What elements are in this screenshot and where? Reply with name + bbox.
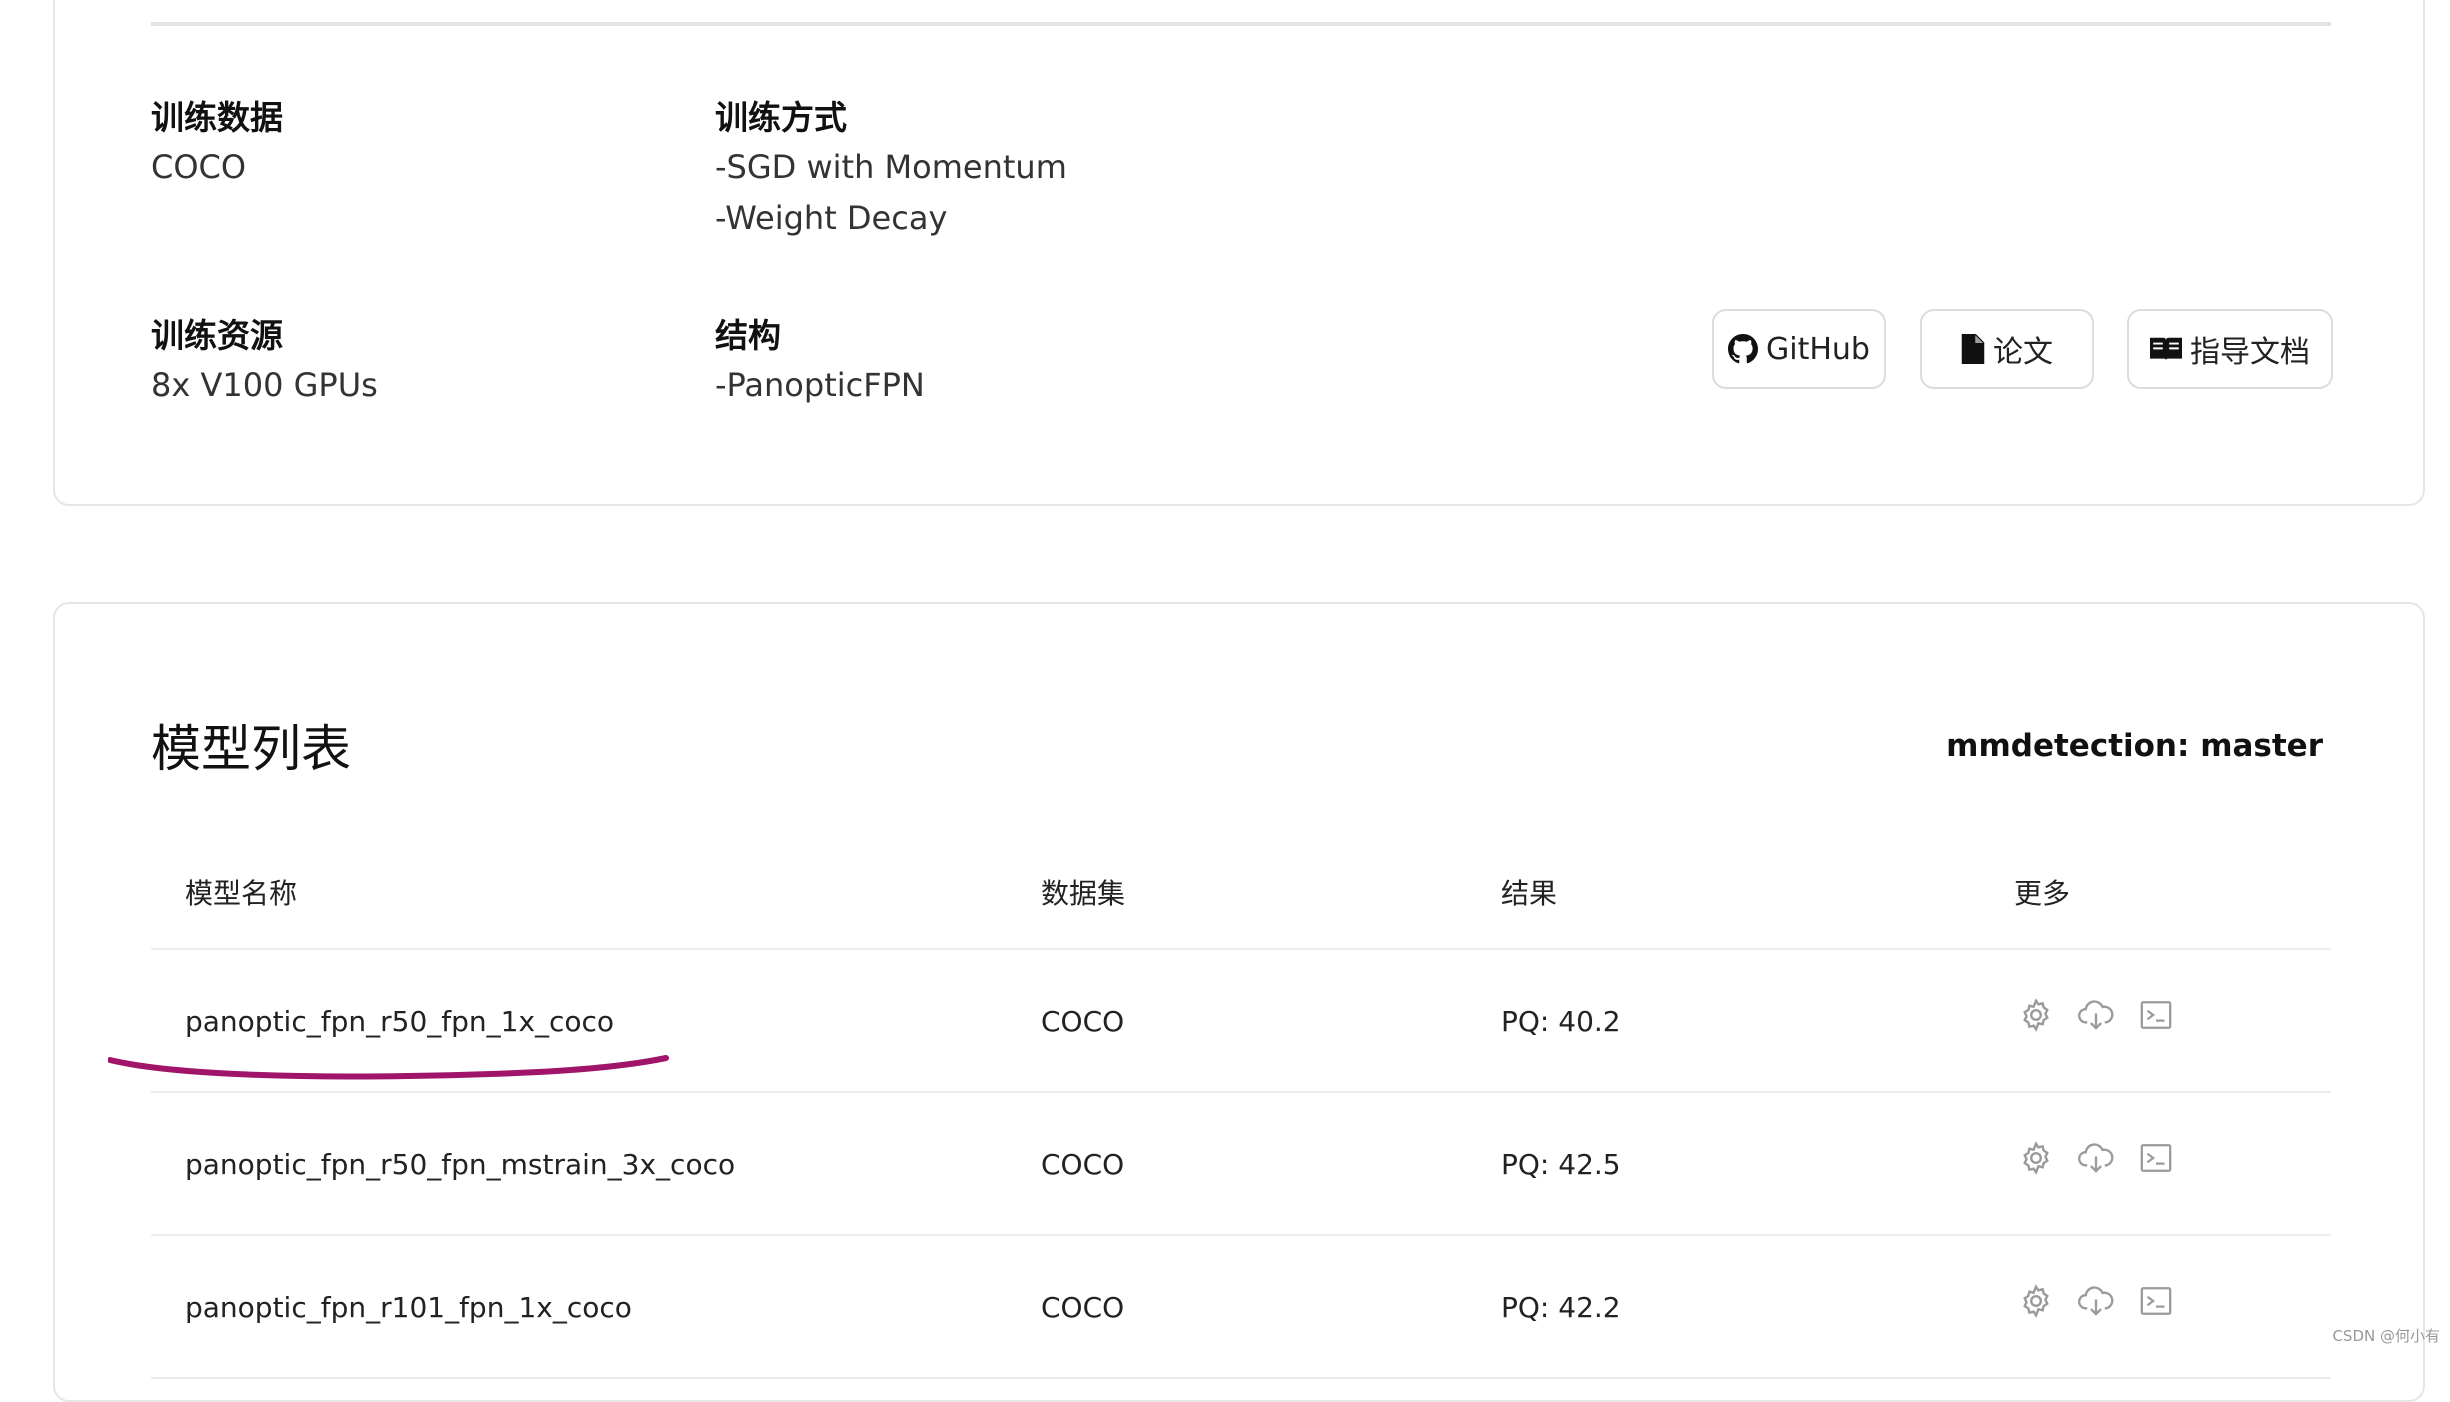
- model-dataset: COCO: [1041, 1145, 1124, 1185]
- table-row: panoptic_fpn_r50_fpn_mstrain_3x_coco COC…: [151, 1093, 2331, 1236]
- docs-button[interactable]: 指导文档: [2127, 309, 2333, 389]
- training-resources-value: 8x V100 GPUs: [151, 360, 378, 411]
- column-header-dataset: 数据集: [1041, 874, 1125, 914]
- gear-icon[interactable]: [2017, 1139, 2055, 1177]
- model-info-card: 训练数据 COCO 训练方式 -SGD with Momentum -Weigh…: [53, 0, 2425, 506]
- training-data-label: 训练数据: [151, 94, 283, 142]
- cloud-download-icon[interactable]: [2077, 996, 2115, 1034]
- training-method-label: 训练方式: [715, 94, 1067, 142]
- terminal-icon[interactable]: [2137, 1139, 2175, 1177]
- github-icon: [1728, 334, 1758, 364]
- gear-icon[interactable]: [2017, 996, 2055, 1034]
- docs-button-label: 指导文档: [2190, 327, 2310, 371]
- model-result: PQ: 42.2: [1501, 1288, 1621, 1328]
- file-icon: [1961, 334, 1985, 364]
- column-header-more: 更多: [2014, 874, 2070, 914]
- book-icon: [2150, 336, 2182, 362]
- model-dataset: COCO: [1041, 1288, 1124, 1328]
- model-result: PQ: 40.2: [1501, 1002, 1621, 1042]
- model-name[interactable]: panoptic_fpn_r101_fpn_1x_coco: [185, 1288, 632, 1328]
- row-actions: [2017, 1139, 2175, 1177]
- training-resources-block: 训练资源 8x V100 GPUs: [151, 312, 378, 411]
- row-actions: [2017, 1282, 2175, 1320]
- cloud-download-icon[interactable]: [2077, 1282, 2115, 1320]
- watermark: CSDN @何小有: [2332, 1325, 2440, 1346]
- training-method-value: -SGD with Momentum: [715, 142, 1067, 193]
- training-data-value: COCO: [151, 142, 283, 193]
- row-actions: [2017, 996, 2175, 1034]
- paper-button-label: 论文: [1993, 327, 2053, 371]
- terminal-icon[interactable]: [2137, 1282, 2175, 1320]
- column-header-model-name: 模型名称: [185, 874, 297, 914]
- table-row: panoptic_fpn_r101_fpn_1x_coco COCO PQ: 4…: [151, 1236, 2331, 1379]
- model-dataset: COCO: [1041, 1002, 1124, 1042]
- model-name[interactable]: panoptic_fpn_r50_fpn_mstrain_3x_coco: [185, 1145, 735, 1185]
- column-header-result: 结果: [1501, 874, 1557, 914]
- model-list-card: 模型列表 mmdetection: master 模型名称 数据集 结果 更多 …: [53, 602, 2425, 1402]
- model-result: PQ: 42.5: [1501, 1145, 1621, 1185]
- paper-button[interactable]: 论文: [1920, 309, 2094, 389]
- architecture-block: 结构 -PanopticFPN: [715, 312, 925, 411]
- training-data-block: 训练数据 COCO: [151, 94, 283, 193]
- training-resources-label: 训练资源: [151, 312, 378, 360]
- table-row: panoptic_fpn_r50_fpn_1x_coco COCO PQ: 40…: [151, 950, 2331, 1093]
- github-button[interactable]: GitHub: [1712, 309, 1886, 389]
- table-header: 模型名称 数据集 结果 更多: [151, 852, 2331, 950]
- terminal-icon[interactable]: [2137, 996, 2175, 1034]
- model-name[interactable]: panoptic_fpn_r50_fpn_1x_coco: [185, 1002, 614, 1042]
- architecture-label: 结构: [715, 312, 925, 360]
- branch-label: mmdetection: master: [1946, 722, 2323, 770]
- training-method-value: -Weight Decay: [715, 193, 1067, 244]
- cloud-download-icon[interactable]: [2077, 1139, 2115, 1177]
- architecture-value: -PanopticFPN: [715, 360, 925, 411]
- section-title: 模型列表: [151, 714, 351, 784]
- training-method-block: 训练方式 -SGD with Momentum -Weight Decay: [715, 94, 1067, 244]
- divider: [151, 22, 2331, 26]
- github-button-label: GitHub: [1766, 332, 1870, 367]
- model-table: 模型名称 数据集 结果 更多 panoptic_fpn_r50_fpn_1x_c…: [151, 852, 2331, 1379]
- gear-icon[interactable]: [2017, 1282, 2055, 1320]
